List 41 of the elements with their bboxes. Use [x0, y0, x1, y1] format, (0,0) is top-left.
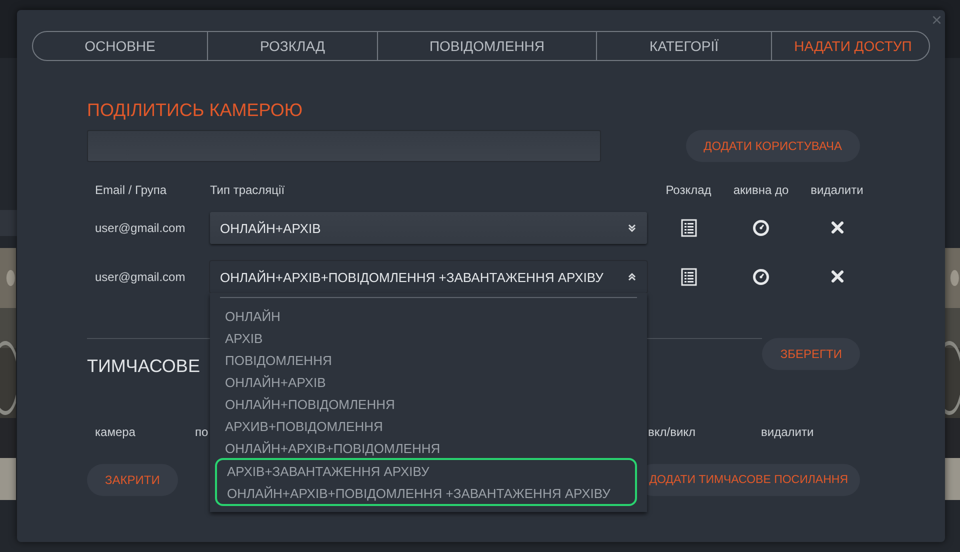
dropdown-option[interactable]: ОНЛАЙН+АРХІВ+ПОВІДОМЛЕННЯ	[215, 437, 637, 459]
column-header: видалити	[810, 183, 864, 197]
delete-icon[interactable]	[830, 221, 844, 234]
column-header: по	[195, 425, 208, 439]
dropdown-option[interactable]: АРХІВ	[215, 327, 637, 349]
save-button[interactable]: ЗБЕРЕГТИ	[762, 338, 860, 370]
stream-type-select[interactable]: ОНЛАЙН+АРХІВ	[210, 212, 647, 244]
column-header: вкл/викл	[648, 425, 696, 439]
dropdown-option[interactable]: АРХІВ+ЗАВАНТАЖЕННЯ АРХІВУ	[217, 460, 635, 482]
tab[interactable]: ПОВІДОМЛЕННЯ	[377, 32, 596, 60]
dropdown-option[interactable]: ОНЛАЙН+АРХІВ+ПОВІДОМЛЕННЯ +ЗАВАНТАЖЕННЯ АРХІВУ	[217, 482, 635, 504]
gauge-icon[interactable]	[752, 268, 770, 286]
list-icon[interactable]	[680, 268, 696, 286]
dropdown-option[interactable]: АРХИВ+ПОВІДОМЛЕННЯ	[215, 415, 637, 437]
gauge-icon[interactable]	[752, 219, 770, 237]
email-text: user@gmail.com	[95, 270, 186, 284]
delete-icon[interactable]	[830, 270, 844, 283]
section-title: ТИМЧАСОВЕ	[87, 356, 200, 378]
email-text: user@gmail.com	[95, 221, 186, 235]
dropdown-option[interactable]: ОНЛАЙН+АРХІВ	[215, 371, 637, 393]
column-header: Розклад	[666, 183, 712, 197]
column-header: камера	[95, 425, 136, 439]
close-button[interactable]: ЗАКРИТИ	[87, 464, 178, 496]
dropdown-option[interactable]: ПОВІДОМЛЕННЯ	[215, 349, 637, 371]
tab[interactable]: НАДАТИ ДОСТУП	[771, 32, 929, 60]
column-header: Тип трасляції	[210, 183, 285, 197]
chevron-down-icon	[627, 223, 637, 233]
tab[interactable]: КАТЕГОРІЇ	[596, 32, 771, 60]
column-header: видалити	[761, 425, 814, 439]
add-user-button[interactable]: ДОДАТИ КОРИСТУВАЧА	[686, 130, 860, 162]
user-input-field[interactable]	[87, 130, 601, 162]
tab[interactable]: РОЗКЛАД	[207, 32, 377, 60]
dropdown-option[interactable]: ОНЛАЙН+ПОВІДОМЛЕННЯ	[215, 393, 637, 415]
tab[interactable]: ОСНОВНЕ	[33, 32, 207, 60]
section-title: ПОДІЛИТИСЬ КАМЕРОЮ	[87, 100, 303, 122]
dropdown-option[interactable]: ОНЛАЙН	[215, 305, 637, 327]
column-header: акивна до	[733, 183, 789, 197]
column-header: Email / Група	[95, 183, 167, 197]
chevron-up-icon	[627, 272, 637, 282]
stream-type-select[interactable]: ОНЛАЙН+АРХІВ+ПОВІДОМЛЕННЯ +ЗАВАНТАЖЕННЯ АРХІВУ	[210, 261, 647, 293]
list-icon[interactable]	[680, 219, 696, 237]
